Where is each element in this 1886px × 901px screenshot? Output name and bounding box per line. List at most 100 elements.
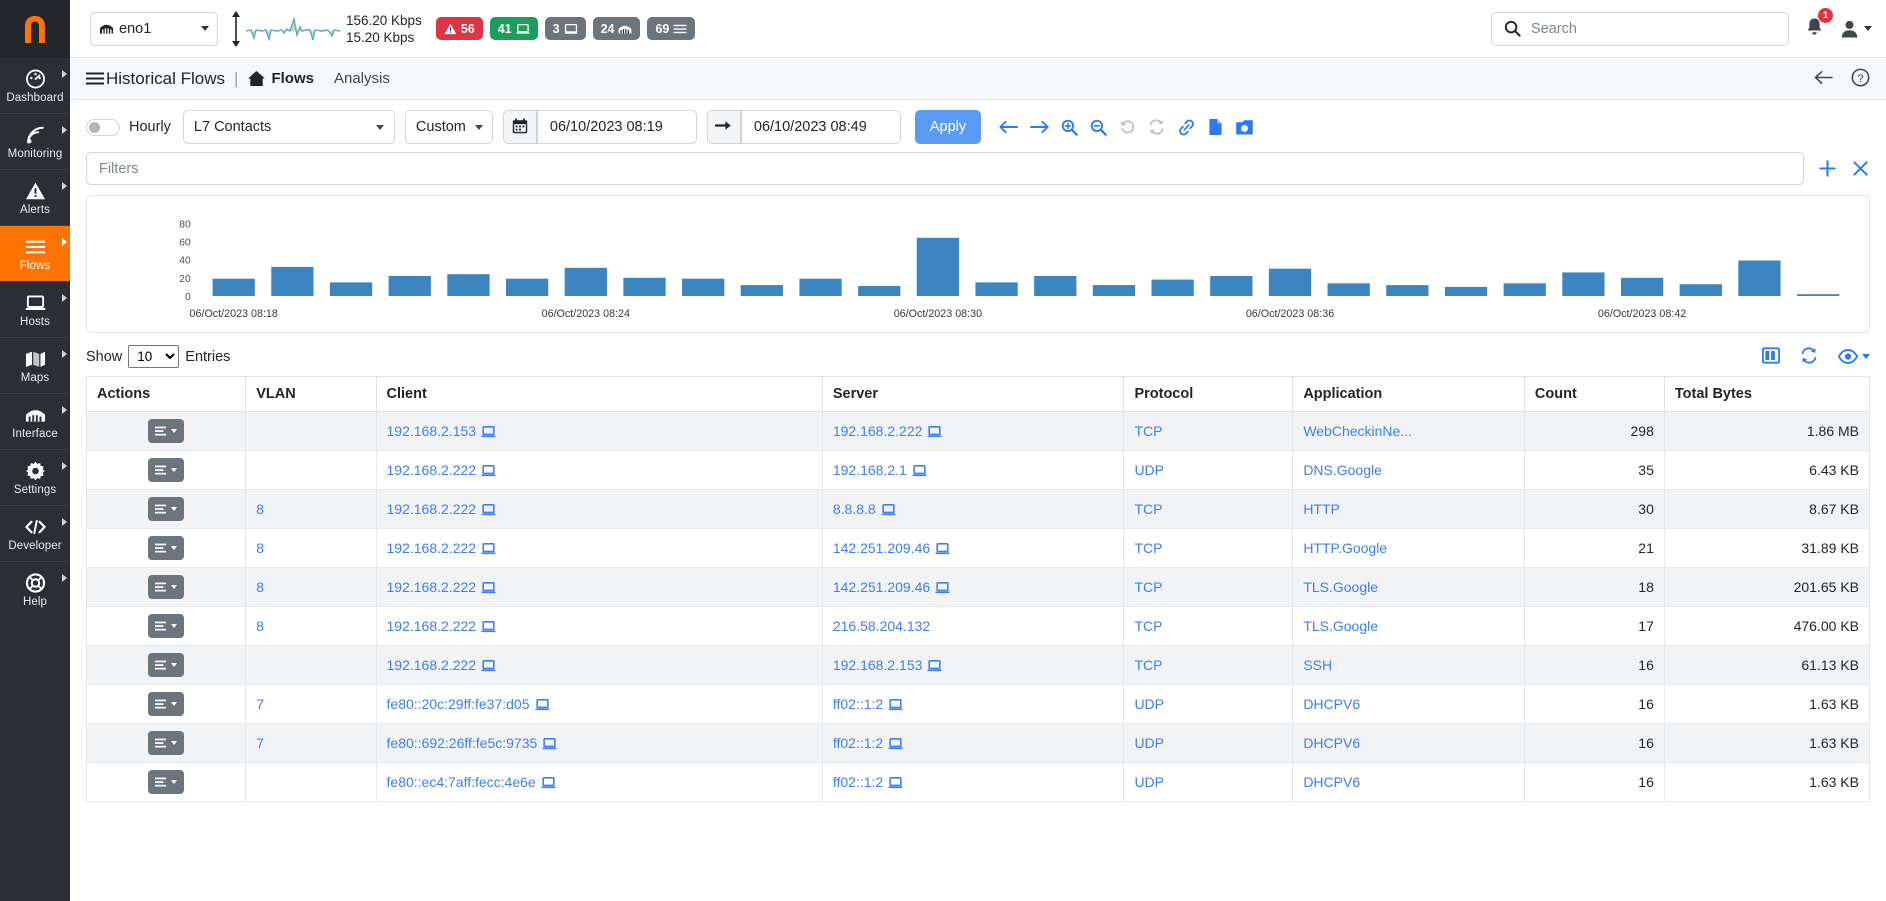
- host-laptop-icon[interactable]: [481, 582, 496, 594]
- cell-application-link[interactable]: TLS.Google: [1303, 579, 1378, 595]
- host-laptop-icon[interactable]: [481, 660, 496, 672]
- chart-bar[interactable]: 08:21: 22: [388, 276, 431, 296]
- columns-icon[interactable]: [1761, 346, 1781, 367]
- sidebar-item-maps[interactable]: Maps: [0, 337, 70, 393]
- sidebar-item-monitoring[interactable]: Monitoring: [0, 113, 70, 169]
- sidebar-item-hosts[interactable]: Hosts: [0, 281, 70, 337]
- cell-protocol[interactable]: UDP: [1123, 762, 1294, 802]
- chart-bar[interactable]: 08:28: 19: [799, 278, 842, 296]
- cell-protocol-link[interactable]: TCP: [1134, 579, 1162, 595]
- table-row[interactable]: 192.168.2.222 192.168.2.1 UDP DNS.Google 3…: [85, 450, 1871, 490]
- table-row[interactable]: fe80::ec4:7aff:fecc:4e6e ff02::1:2 UDP DH…: [85, 762, 1871, 802]
- interfaces-badge[interactable]: 24: [592, 17, 641, 40]
- flows-timeline-chart[interactable]: 0 20 40 60 80 08:18: 19 08:19: 32 08:20: 15 08:2…: [86, 195, 1870, 333]
- cell-client[interactable]: 192.168.2.222: [375, 567, 823, 607]
- hamburger-icon[interactable]: [86, 71, 104, 86]
- cell-client-link[interactable]: 192.168.2.222: [387, 579, 477, 595]
- table-row[interactable]: 8 192.168.2.222 8.8.8.8 TCP HTTP 30 8.67 KB: [85, 489, 1871, 529]
- cell-client[interactable]: fe80::692:26ff:fe5c:9735: [375, 723, 823, 763]
- cell-client[interactable]: fe80::20c:29ff:fe37:d05: [375, 684, 823, 724]
- cell-application-link[interactable]: DHCPV6: [1303, 774, 1360, 790]
- cell-client-link[interactable]: fe80::ec4:7aff:fecc:4e6e: [387, 774, 536, 790]
- zoom-in-icon[interactable]: [1061, 119, 1078, 136]
- arrow-right-icon[interactable]: [1030, 120, 1049, 134]
- cell-application-link[interactable]: DHCPV6: [1303, 696, 1360, 712]
- cell-client-link[interactable]: 192.168.2.153: [387, 423, 477, 439]
- chart-bar[interactable]: 08:40: 14: [1503, 283, 1546, 296]
- zoom-out-icon[interactable]: [1090, 119, 1107, 136]
- cell-client[interactable]: fe80::ec4:7aff:fecc:4e6e: [375, 762, 823, 802]
- chart-bar[interactable]: 08:35: 22: [1210, 276, 1253, 296]
- cell-client[interactable]: 192.168.2.222: [375, 489, 823, 529]
- cell-application-link[interactable]: HTTP.Google: [1303, 540, 1387, 556]
- chart-bar[interactable]: 08:23: 19: [505, 278, 549, 296]
- cell-server-link[interactable]: 142.251.209.46: [833, 540, 930, 556]
- chart-bar[interactable]: 08:38: 12: [1386, 285, 1429, 296]
- cell-server[interactable]: 142.251.209.46: [821, 567, 1125, 607]
- host-laptop-icon[interactable]: [912, 465, 927, 477]
- cell-client[interactable]: 192.168.2.222: [375, 528, 823, 568]
- host-laptop-icon[interactable]: [481, 426, 496, 438]
- table-row[interactable]: 192.168.2.153 192.168.2.222 TCP WebChecki…: [85, 411, 1871, 451]
- cell-protocol-link[interactable]: UDP: [1134, 774, 1164, 790]
- cell-vlan[interactable]: 7: [245, 684, 377, 724]
- cell-server-link[interactable]: ff02::1:2: [833, 696, 883, 712]
- sidebar-item-dashboard[interactable]: Dashboard: [0, 58, 70, 113]
- table-row[interactable]: 7 fe80::20c:29ff:fe37:d05 ff02::1:2 UDP DH…: [85, 684, 1871, 724]
- chart-bar[interactable]: 08:24: 31: [564, 267, 607, 296]
- row-actions-button[interactable]: [148, 497, 185, 521]
- breadcrumb-flows[interactable]: Flows: [247, 70, 314, 87]
- table-header-application[interactable]: Application: [1292, 376, 1525, 412]
- cell-application[interactable]: HTTP: [1292, 489, 1525, 529]
- host-laptop-icon[interactable]: [481, 621, 496, 633]
- cell-application-link[interactable]: HTTP: [1303, 501, 1340, 517]
- cell-application[interactable]: DHCPV6: [1292, 762, 1525, 802]
- cell-application[interactable]: DHCPV6: [1292, 684, 1525, 724]
- row-actions-button[interactable]: [148, 419, 185, 443]
- filters-input[interactable]: Filters: [86, 152, 1804, 185]
- cell-protocol[interactable]: UDP: [1123, 684, 1294, 724]
- chart-bar[interactable]: 08:22: 24: [447, 274, 490, 296]
- cell-server[interactable]: 192.168.2.153: [821, 645, 1125, 685]
- row-actions-button[interactable]: [148, 614, 185, 638]
- cell-server-link[interactable]: 142.251.209.46: [833, 579, 930, 595]
- host-laptop-icon[interactable]: [534, 699, 550, 711]
- sidebar-item-flows[interactable]: Flows: [0, 225, 70, 281]
- refresh-icon[interactable]: [1800, 346, 1818, 367]
- host-laptop-icon[interactable]: [888, 738, 903, 750]
- cell-client-link[interactable]: 192.168.2.222: [387, 540, 477, 556]
- cell-protocol[interactable]: TCP: [1123, 606, 1294, 646]
- sidebar-item-alerts[interactable]: Alerts: [0, 169, 70, 225]
- undo-icon[interactable]: [1119, 119, 1136, 135]
- table-header-vlan[interactable]: VLAN: [245, 376, 377, 412]
- cell-server-link[interactable]: ff02::1:2: [833, 774, 883, 790]
- cell-client-link[interactable]: 192.168.2.222: [387, 462, 477, 478]
- snapshot-icon[interactable]: [1235, 119, 1254, 136]
- link-icon[interactable]: [1177, 119, 1196, 136]
- cell-client[interactable]: 192.168.2.222: [375, 606, 823, 646]
- cell-server-link[interactable]: ff02::1:2: [833, 735, 883, 751]
- cell-vlan[interactable]: 8: [245, 489, 377, 529]
- cell-application[interactable]: TLS.Google: [1292, 567, 1525, 607]
- host-laptop-icon[interactable]: [935, 582, 950, 594]
- chart-bar[interactable]: 08:36: 30: [1268, 268, 1312, 296]
- chart-bar[interactable]: 08:39: 10: [1444, 286, 1488, 296]
- host-laptop-icon[interactable]: [888, 699, 903, 711]
- cell-client-link[interactable]: 192.168.2.222: [387, 657, 477, 673]
- cell-vlan-link[interactable]: 8: [256, 618, 264, 634]
- table-header-server[interactable]: Server: [821, 376, 1125, 412]
- sidebar-item-settings[interactable]: Settings: [0, 449, 70, 505]
- cell-server[interactable]: ff02::1:2: [821, 723, 1125, 763]
- host-laptop-icon[interactable]: [481, 504, 496, 516]
- refresh-icon[interactable]: [1148, 119, 1165, 135]
- cell-server[interactable]: 142.251.209.46: [821, 528, 1125, 568]
- chart-bar[interactable]: 08:42: 20: [1620, 277, 1664, 296]
- chart-bar[interactable]: 08:34: 18: [1151, 279, 1194, 296]
- cell-vlan[interactable]: 7: [245, 723, 377, 763]
- chart-bar[interactable]: 08:19: 32: [271, 266, 314, 296]
- cell-application-link[interactable]: DNS.Google: [1303, 462, 1382, 478]
- cell-application-link[interactable]: WebCheckinNe...: [1303, 423, 1412, 439]
- cell-vlan-link[interactable]: 8: [256, 501, 264, 517]
- date-to-input[interactable]: 06/10/2023 08:49: [740, 110, 901, 144]
- cell-protocol[interactable]: TCP: [1123, 489, 1294, 529]
